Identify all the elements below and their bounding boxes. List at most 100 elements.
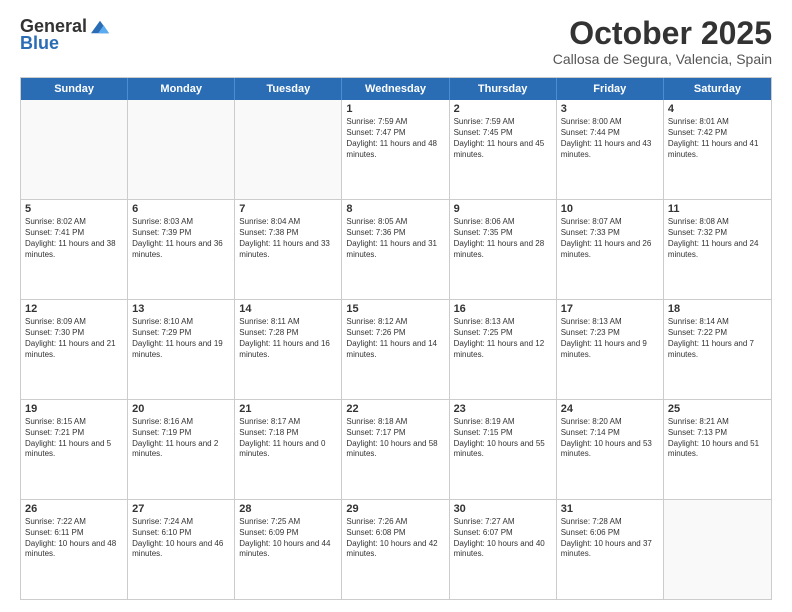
calendar-cell: 17 Sunrise: 8:13 AM Sunset: 7:23 PM Dayli… [557, 300, 664, 399]
calendar-cell: 13 Sunrise: 8:10 AM Sunset: 7:29 PM Dayli… [128, 300, 235, 399]
calendar-cell: 14 Sunrise: 8:11 AM Sunset: 7:28 PM Dayli… [235, 300, 342, 399]
calendar-cell: 23 Sunrise: 8:19 AM Sunset: 7:15 PM Dayli… [450, 400, 557, 499]
day-number: 30 [454, 503, 552, 515]
calendar-cell: 30 Sunrise: 7:27 AM Sunset: 6:07 PM Dayli… [450, 500, 557, 599]
cell-text: Sunrise: 7:24 AM Sunset: 6:10 PM Dayligh… [132, 517, 230, 560]
day-number: 17 [561, 303, 659, 315]
calendar-cell: 29Sunrise: 7:26 AM Sunset: 6:08 PM Dayli… [342, 500, 449, 599]
calendar-cell [21, 100, 128, 199]
calendar-header: Sunday Monday Tuesday Wednesday Thursday… [21, 78, 771, 100]
cell-text: Sunrise: 8:21 AM Sunset: 7:13 PM Dayligh… [668, 417, 767, 460]
cell-text: Sunrise: 8:20 AM Sunset: 7:14 PM Dayligh… [561, 417, 659, 460]
day-number: 14 [239, 303, 337, 315]
cell-text: Sunrise: 8:11 AM Sunset: 7:28 PM Dayligh… [239, 317, 337, 360]
day-number: 12 [25, 303, 123, 315]
day-number: 4 [668, 103, 767, 115]
calendar-cell: 24 Sunrise: 8:20 AM Sunset: 7:14 PM Dayli… [557, 400, 664, 499]
cell-text: Sunrise: 8:05 AM Sunset: 7:36 PM Dayligh… [346, 217, 444, 260]
calendar-cell: 2Sunrise: 7:59 AM Sunset: 7:45 PM Daylig… [450, 100, 557, 199]
day-number: 25 [668, 403, 767, 415]
day-number: 3 [561, 103, 659, 115]
cell-text: Sunrise: 8:17 AM Sunset: 7:18 PM Dayligh… [239, 417, 337, 460]
calendar-cell: 20Sunrise: 8:16 AM Sunset: 7:19 PM Dayli… [128, 400, 235, 499]
calendar-cell: 7Sunrise: 8:04 AM Sunset: 7:38 PM Daylig… [235, 200, 342, 299]
cell-text: Sunrise: 8:02 AM Sunset: 7:41 PM Dayligh… [25, 217, 123, 260]
cell-text: Sunrise: 8:01 AM Sunset: 7:42 PM Dayligh… [668, 117, 767, 160]
cell-text: Sunrise: 8:03 AM Sunset: 7:39 PM Dayligh… [132, 217, 230, 260]
calendar-cell: 18 Sunrise: 8:14 AM Sunset: 7:22 PM Dayli… [664, 300, 771, 399]
day-number: 22 [346, 403, 444, 415]
calendar-row-0: 1 Sunrise: 7:59 AM Sunset: 7:47 PM Daylig… [21, 100, 771, 199]
cell-text: Sunrise: 8:15 AM Sunset: 7:21 PM Dayligh… [25, 417, 123, 460]
day-number: 18 [668, 303, 767, 315]
day-number: 19 [25, 403, 123, 415]
day-number: 5 [25, 203, 123, 215]
header-friday: Friday [557, 78, 664, 100]
month-title: October 2025 [553, 16, 772, 51]
calendar-cell: 5 Sunrise: 8:02 AM Sunset: 7:41 PM Daylig… [21, 200, 128, 299]
calendar-cell [235, 100, 342, 199]
header-saturday: Saturday [664, 78, 771, 100]
cell-text: Sunrise: 7:25 AM Sunset: 6:09 PM Dayligh… [239, 517, 337, 560]
cell-text: Sunrise: 8:18 AM Sunset: 7:17 PM Dayligh… [346, 417, 444, 460]
day-number: 2 [454, 103, 552, 115]
calendar-row-4: 26 Sunrise: 7:22 AM Sunset: 6:11 PM Dayli… [21, 499, 771, 599]
day-number: 23 [454, 403, 552, 415]
calendar-row-3: 19 Sunrise: 8:15 AM Sunset: 7:21 PM Dayli… [21, 399, 771, 499]
calendar-cell: 19 Sunrise: 8:15 AM Sunset: 7:21 PM Dayli… [21, 400, 128, 499]
logo-icon [91, 20, 109, 34]
calendar-cell: 1 Sunrise: 7:59 AM Sunset: 7:47 PM Daylig… [342, 100, 449, 199]
calendar-cell: 3 Sunrise: 8:00 AM Sunset: 7:44 PM Daylig… [557, 100, 664, 199]
calendar-cell: 15 Sunrise: 8:12 AM Sunset: 7:26 PM Dayli… [342, 300, 449, 399]
calendar-cell: 26 Sunrise: 7:22 AM Sunset: 6:11 PM Dayli… [21, 500, 128, 599]
calendar-cell [664, 500, 771, 599]
calendar: Sunday Monday Tuesday Wednesday Thursday… [20, 77, 772, 600]
cell-text: Sunrise: 8:06 AM Sunset: 7:35 PM Dayligh… [454, 217, 552, 260]
header-sunday: Sunday [21, 78, 128, 100]
cell-text: Sunrise: 8:00 AM Sunset: 7:44 PM Dayligh… [561, 117, 659, 160]
calendar-cell: 21Sunrise: 8:17 AM Sunset: 7:18 PM Dayli… [235, 400, 342, 499]
day-number: 16 [454, 303, 552, 315]
cell-text: Sunrise: 7:28 AM Sunset: 6:06 PM Dayligh… [561, 517, 659, 560]
header-thursday: Thursday [450, 78, 557, 100]
cell-text: Sunrise: 8:13 AM Sunset: 7:25 PM Dayligh… [454, 317, 552, 360]
calendar-cell: 10Sunrise: 8:07 AM Sunset: 7:33 PM Dayli… [557, 200, 664, 299]
calendar-cell: 11Sunrise: 8:08 AM Sunset: 7:32 PM Dayli… [664, 200, 771, 299]
cell-text: Sunrise: 8:13 AM Sunset: 7:23 PM Dayligh… [561, 317, 659, 360]
cell-text: Sunrise: 8:08 AM Sunset: 7:32 PM Dayligh… [668, 217, 767, 260]
day-number: 9 [454, 203, 552, 215]
header-wednesday: Wednesday [342, 78, 449, 100]
calendar-body: 1 Sunrise: 7:59 AM Sunset: 7:47 PM Daylig… [21, 100, 771, 599]
calendar-cell: 25 Sunrise: 8:21 AM Sunset: 7:13 PM Dayli… [664, 400, 771, 499]
day-number: 26 [25, 503, 123, 515]
calendar-cell: 27 Sunrise: 7:24 AM Sunset: 6:10 PM Dayli… [128, 500, 235, 599]
logo-blue-text: Blue [20, 33, 59, 54]
cell-text: Sunrise: 8:09 AM Sunset: 7:30 PM Dayligh… [25, 317, 123, 360]
day-number: 27 [132, 503, 230, 515]
header: General Blue October 2025 Callosa de Seg… [20, 16, 772, 67]
cell-text: Sunrise: 7:59 AM Sunset: 7:47 PM Dayligh… [346, 117, 444, 160]
calendar-cell: 6 Sunrise: 8:03 AM Sunset: 7:39 PM Daylig… [128, 200, 235, 299]
day-number: 24 [561, 403, 659, 415]
cell-text: Sunrise: 8:10 AM Sunset: 7:29 PM Dayligh… [132, 317, 230, 360]
page: General Blue October 2025 Callosa de Seg… [0, 0, 792, 612]
header-monday: Monday [128, 78, 235, 100]
day-number: 13 [132, 303, 230, 315]
cell-text: Sunrise: 8:14 AM Sunset: 7:22 PM Dayligh… [668, 317, 767, 360]
location-title: Callosa de Segura, Valencia, Spain [553, 51, 772, 67]
calendar-cell: 9 Sunrise: 8:06 AM Sunset: 7:35 PM Daylig… [450, 200, 557, 299]
day-number: 28 [239, 503, 337, 515]
calendar-row-1: 5 Sunrise: 8:02 AM Sunset: 7:41 PM Daylig… [21, 199, 771, 299]
cell-text: Sunrise: 7:27 AM Sunset: 6:07 PM Dayligh… [454, 517, 552, 560]
cell-text: Sunrise: 8:16 AM Sunset: 7:19 PM Dayligh… [132, 417, 230, 460]
cell-text: Sunrise: 7:22 AM Sunset: 6:11 PM Dayligh… [25, 517, 123, 560]
cell-text: Sunrise: 7:26 AM Sunset: 6:08 PM Dayligh… [346, 517, 444, 560]
cell-text: Sunrise: 8:12 AM Sunset: 7:26 PM Dayligh… [346, 317, 444, 360]
cell-text: Sunrise: 8:19 AM Sunset: 7:15 PM Dayligh… [454, 417, 552, 460]
day-number: 6 [132, 203, 230, 215]
day-number: 7 [239, 203, 337, 215]
day-number: 15 [346, 303, 444, 315]
header-tuesday: Tuesday [235, 78, 342, 100]
calendar-cell: 12 Sunrise: 8:09 AM Sunset: 7:30 PM Dayli… [21, 300, 128, 399]
day-number: 1 [346, 103, 444, 115]
